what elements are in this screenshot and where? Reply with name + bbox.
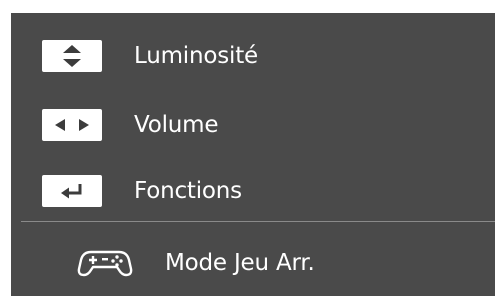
enter-return-icon	[42, 175, 102, 207]
game-mode-off-item[interactable]: Mode Jeu Arr.	[11, 240, 495, 286]
gamepad-icon	[77, 246, 133, 278]
divider	[21, 221, 495, 222]
game-mode-label: Mode Jeu Arr.	[165, 250, 315, 276]
menu-item-volume[interactable]: Volume	[11, 99, 495, 151]
menu-item-label: Fonctions	[134, 178, 242, 204]
osd-menu-panel: Luminosité Volume Fonctions Mode Jeu Arr…	[11, 13, 495, 296]
left-right-arrows-icon	[42, 109, 102, 141]
menu-item-label: Volume	[134, 112, 219, 138]
menu-item-label: Luminosité	[134, 43, 258, 69]
menu-item-brightness[interactable]: Luminosité	[11, 30, 495, 82]
up-down-arrows-icon	[42, 40, 102, 72]
menu-item-functions[interactable]: Fonctions	[11, 165, 495, 217]
